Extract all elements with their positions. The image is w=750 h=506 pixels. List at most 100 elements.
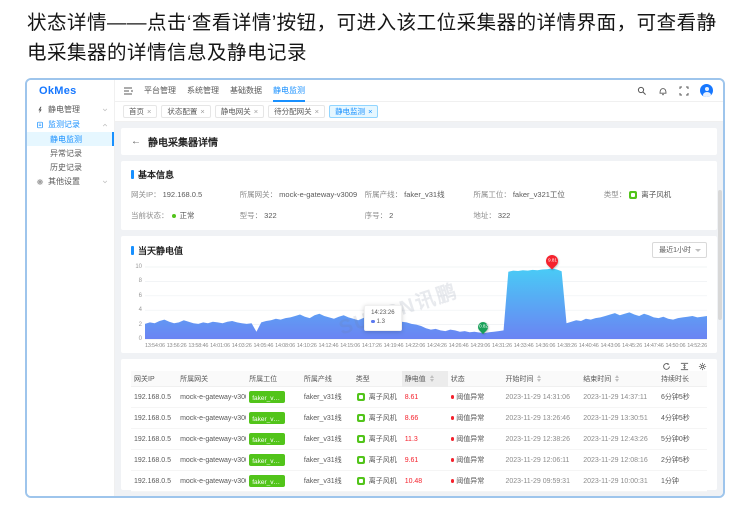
cell-duration: 5分钟0秒 [660,436,690,443]
cell-start: 2023-11-29 12:38:26 [505,435,570,443]
cell-end: 2023-11-29 12:43:26 [583,435,648,443]
cell-end: 2023-11-29 13:30:51 [583,414,648,422]
close-icon[interactable]: × [254,108,258,116]
chart-tooltip: 14:23:26 1.3 [364,305,402,331]
field-value: 离子风机 [641,190,672,199]
column-label: 状态 [450,375,465,383]
close-icon[interactable]: × [200,108,204,116]
topnav-item-1[interactable]: 系统管理 [187,80,219,102]
table-row[interactable]: 192.168.0.5 mock-e-gateway-v3009 faker_v32… [131,408,707,429]
fan-icon [629,190,638,199]
search-icon[interactable] [637,86,647,96]
close-icon[interactable]: × [368,108,372,116]
column-label: 静电值 [404,375,426,383]
tab-label: 待分配网关 [274,107,312,116]
tab-0[interactable]: 首页 × [123,105,158,118]
chart-title: 当天静电值 [131,244,183,257]
bell-icon[interactable] [658,86,668,96]
field-value: 322 [497,211,511,220]
sidebar-item-1[interactable]: 监测记录 [27,117,114,132]
info-field-3: 所属工位： faker_v321工位 [473,189,603,200]
sidebar-item-0[interactable]: 静电管理 [27,102,114,117]
column-header-type: 类型 [353,374,402,384]
sidebar-subitem-3[interactable]: 异常记录 [27,146,114,160]
content-area: ← 静电采集器详情 基本信息 网关IP： 192.168.0.5 所属网关： mock… [115,122,723,496]
tab-4[interactable]: 静电监测 × [329,105,379,118]
topnav-item-0[interactable]: 平台管理 [144,80,176,102]
close-icon[interactable]: × [315,108,319,116]
cell-value: 8.66 [402,415,448,422]
fullscreen-icon[interactable] [679,86,689,96]
cell-line: faker_v31线 [303,436,342,443]
x-tick-label: 14:26:46 [448,343,469,349]
series-dot-icon [371,319,375,324]
alert-dot-icon [450,437,455,441]
cell-end: 2023-11-29 12:08:16 [583,456,648,464]
table-body: 192.168.0.5 mock-e-gateway-v3009 faker_v32… [131,387,707,492]
fan-icon [356,477,365,485]
refresh-icon[interactable] [662,362,671,371]
table-row[interactable]: 192.168.0.5 mock-e-gateway-v3009 faker_v32… [131,450,707,471]
info-field-1: 所属网关： mock-e-gateway-v3009 [240,189,365,200]
status-label: 阈值异常 [456,415,485,422]
tab-1[interactable]: 状态配置 × [161,105,211,118]
sort-icon[interactable] [615,375,620,382]
x-tick-label: 14:24:26 [426,343,447,349]
sidebar-item-5[interactable]: 其他设置 [27,174,114,189]
sidebar-collapse-icon[interactable] [123,86,133,96]
section-bar [131,170,134,179]
topnav-item-3[interactable]: 静电监测 [273,80,305,102]
column-label: 结束时间 [583,375,612,383]
status-label: 阈值异常 [456,457,485,464]
tab-bar: 首页 × 状态配置 × 静电网关 × 待分配网关 × 静电监测 × [115,102,723,122]
x-tick-label: 14:50:06 [665,343,686,349]
scrollbar-thumb[interactable] [718,190,722,320]
field-label: 网关IP： [131,190,161,199]
column-header-end[interactable]: 结束时间 [580,374,658,384]
density-icon[interactable] [680,362,689,371]
tab-label: 首页 [129,107,144,116]
cell-duration: 4分钟5秒 [660,415,690,422]
x-tick-label: 14:36:06 [535,343,556,349]
column-label: 开始时间 [505,375,534,383]
info-field-4: 类型： 离子风机 [604,189,707,200]
static-value: 10.48 [404,477,423,485]
sidebar-subitem-2[interactable]: 静电监测 [27,132,114,146]
y-tick-label: 6 [138,292,142,299]
column-label: 持续时长 [660,375,689,383]
sidebar-subitem-4[interactable]: 历史记录 [27,160,114,174]
field-label: 所属产线： [364,190,403,199]
field-label: 当前状态： [131,211,169,220]
chart-area[interactable]: SUNPN讯鹏 14:23:26 1.3 9.81 0.82 [145,252,707,341]
sidebar: OkMes 静电管理 监测记录 静电监测 异常记录 历史记录 其他设置 [27,80,115,496]
type-label: 离子风机 [368,415,397,422]
tab-3[interactable]: 待分配网关 × [268,105,326,118]
settings-icon[interactable] [698,362,707,371]
column-header-start[interactable]: 开始时间 [502,374,580,384]
tab-2[interactable]: 静电网关 × [214,105,265,118]
table-row[interactable]: 192.168.0.5 mock-e-gateway-v3009 faker_v32… [131,387,707,408]
chart-header: 当天静电值 最近1小时 [131,242,707,258]
tooltip-value: 1.3 [376,319,386,325]
page-title: 静电采集器详情 [148,138,218,149]
column-header-station: 所属工位 [246,374,301,384]
sort-icon[interactable] [537,375,542,382]
x-tick-label: 14:29:06 [470,343,491,349]
y-tick-label: 0 [138,336,142,342]
x-tick-label: 14:38:26 [557,343,577,349]
back-arrow-icon[interactable]: ← [131,136,141,147]
status-label: 阈值异常 [456,436,485,443]
close-icon[interactable]: × [147,108,151,116]
topnav-item-2[interactable]: 基础数据 [230,80,262,102]
field-value: 322 [264,211,277,220]
x-tick-label: 14:03:26 [231,343,252,349]
user-avatar[interactable] [700,84,713,97]
column-header-value[interactable]: 静电值 [401,370,448,387]
chevron-down-icon [102,108,108,111]
main-area: 平台管理 系统管理 基础数据 静电监测 首页 × 状态配置 × 静电网关 × 待分配网关 × 静电监测… [115,80,723,496]
sort-icon[interactable] [429,375,434,382]
table-row[interactable]: 192.168.0.5 mock-e-gateway-v3009 faker_v32… [131,471,707,492]
cell-duration: 6分钟5秒 [660,394,690,401]
table-row[interactable]: 192.168.0.5 mock-e-gateway-v3009 faker_v32… [131,429,707,450]
time-range-select[interactable]: 最近1小时 [652,242,707,258]
